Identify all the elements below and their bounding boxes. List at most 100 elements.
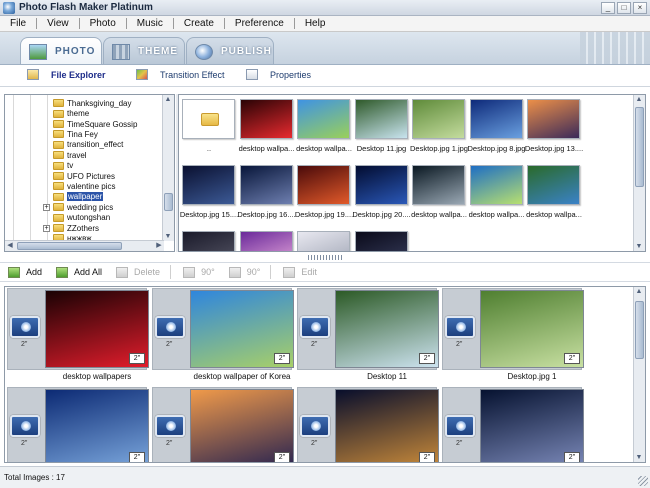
tab-publish[interactable]: PUBLISH xyxy=(186,37,274,64)
storyboard-photo[interactable]: 2" xyxy=(45,290,149,368)
scroll-up-icon[interactable]: ▲ xyxy=(163,95,173,104)
thumbnail-grid[interactable]: .. desktop wallpa... desktop wallpa... Desk… xyxy=(178,94,646,252)
photo-duration-badge[interactable]: 2" xyxy=(129,353,145,364)
storyboard-scroll-thumb[interactable] xyxy=(635,301,644,359)
photo-duration-badge[interactable]: 2" xyxy=(274,353,290,364)
expand-icon[interactable]: + xyxy=(43,224,50,232)
tab-properties[interactable]: Properties xyxy=(246,69,311,80)
tree-item[interactable]: wutongshan xyxy=(53,212,110,223)
image-thumbnail[interactable] xyxy=(182,165,235,205)
rotate-right-button[interactable]: 90° xyxy=(228,266,260,278)
photo-duration-badge[interactable]: 2" xyxy=(419,353,435,364)
parent-folder-thumbnail[interactable] xyxy=(182,99,235,139)
image-thumbnail[interactable] xyxy=(297,231,350,251)
scroll-up-icon[interactable]: ▲ xyxy=(634,95,644,104)
menu-photo[interactable]: Photo xyxy=(80,18,127,29)
transition-effect-icon[interactable] xyxy=(155,316,185,338)
storyboard-photo[interactable]: 2" xyxy=(480,389,584,462)
menu-create[interactable]: Create xyxy=(174,18,225,29)
folder-tree[interactable]: Thanksgiving_day theme TimeSquare Gossip Ti… xyxy=(4,94,175,252)
menu-file[interactable]: File xyxy=(0,18,38,29)
resize-grip-icon[interactable] xyxy=(638,476,648,486)
tab-theme[interactable]: THEME xyxy=(103,37,185,64)
storyboard-photo[interactable]: 2" xyxy=(45,389,149,462)
storyboard[interactable]: 2" 2" desktop wallpapers 2" 2" desktop wallpa… xyxy=(4,286,646,463)
scroll-down-icon[interactable]: ▼ xyxy=(163,232,173,241)
tree-hscroll-thumb[interactable] xyxy=(17,242,122,250)
tree-horizontal-scrollbar[interactable]: ◀ ▶ xyxy=(5,240,164,251)
tree-item[interactable]: + wedding pics xyxy=(43,202,113,213)
tree-item[interactable]: Thanksgiving_day xyxy=(53,98,131,109)
transition-effect-icon[interactable] xyxy=(300,415,330,437)
storyboard-photo[interactable]: 2" xyxy=(190,290,294,368)
tree-vertical-scrollbar[interactable]: ▲ ▼ xyxy=(162,95,174,241)
image-thumbnail[interactable] xyxy=(239,99,293,139)
scroll-down-icon[interactable]: ▼ xyxy=(634,242,644,251)
photo-duration-badge[interactable]: 2" xyxy=(564,353,580,364)
maximize-button[interactable]: □ xyxy=(617,1,631,14)
tree-item[interactable]: transition_effect xyxy=(53,140,123,151)
image-thumbnail[interactable] xyxy=(412,165,465,205)
storyboard-photo[interactable]: 2" xyxy=(335,290,439,368)
storyboard-vertical-scrollbar[interactable]: ▲ ▼ xyxy=(633,287,645,462)
edit-button[interactable]: Edit xyxy=(283,266,317,278)
image-thumbnail[interactable] xyxy=(469,165,523,205)
menu-music[interactable]: Music xyxy=(127,18,174,29)
photo-duration-badge[interactable]: 2" xyxy=(564,452,580,462)
tree-item[interactable]: tv xyxy=(53,160,73,171)
tab-photo[interactable]: PHOTO xyxy=(20,37,102,64)
menu-help[interactable]: Help xyxy=(295,18,336,29)
tree-item[interactable]: UFO Pictures xyxy=(53,171,115,182)
tree-scroll-thumb[interactable] xyxy=(164,193,173,211)
image-thumbnail[interactable] xyxy=(469,99,523,139)
tree-item[interactable]: valentine pics xyxy=(53,181,115,192)
image-thumbnail[interactable] xyxy=(412,99,465,139)
thumbs-vertical-scrollbar[interactable]: ▲ ▼ xyxy=(633,95,645,251)
photo-duration-badge[interactable]: 2" xyxy=(129,452,145,462)
storyboard-photo[interactable]: 2" xyxy=(190,389,294,462)
image-thumbnail[interactable] xyxy=(239,165,293,205)
storyboard-photo[interactable]: 2" xyxy=(480,290,584,368)
thumbs-scroll-thumb[interactable] xyxy=(635,107,644,187)
tree-item[interactable]: TimeSquare Gossip xyxy=(53,119,137,130)
image-thumbnail[interactable] xyxy=(354,231,408,251)
transition-effect-icon[interactable] xyxy=(300,316,330,338)
menu-preference[interactable]: Preference xyxy=(225,18,295,29)
photo-duration-badge[interactable]: 2" xyxy=(419,452,435,462)
horizontal-splitter-grip[interactable] xyxy=(308,255,344,260)
transition-effect-icon[interactable] xyxy=(10,316,40,338)
close-button[interactable]: × xyxy=(633,1,647,14)
image-thumbnail[interactable] xyxy=(527,99,580,139)
transition-effect-icon[interactable] xyxy=(10,415,40,437)
image-thumbnail[interactable] xyxy=(182,231,235,251)
tab-file-explorer[interactable]: File Explorer xyxy=(27,69,106,80)
image-thumbnail[interactable] xyxy=(354,99,408,139)
tree-item[interactable]: wallpaper xyxy=(53,192,104,203)
menu-view[interactable]: View xyxy=(37,18,80,29)
photo-duration-badge[interactable]: 2" xyxy=(274,452,290,462)
delete-button[interactable]: Delete xyxy=(116,266,160,278)
image-thumbnail[interactable] xyxy=(297,165,350,205)
scroll-up-icon[interactable]: ▲ xyxy=(634,287,644,296)
tab-transition-effect[interactable]: Transition Effect xyxy=(136,69,225,80)
tree-item[interactable]: + ZZothers xyxy=(43,223,99,234)
scroll-down-icon[interactable]: ▼ xyxy=(634,453,644,462)
image-thumbnail[interactable] xyxy=(297,99,350,139)
transition-effect-icon[interactable] xyxy=(155,415,185,437)
scroll-right-icon[interactable]: ▶ xyxy=(154,241,164,250)
tree-item[interactable]: travel xyxy=(53,150,87,161)
image-thumbnail[interactable] xyxy=(527,165,580,205)
minimize-button[interactable]: _ xyxy=(601,1,615,14)
tree-item[interactable]: theme xyxy=(53,108,89,119)
image-thumbnail[interactable] xyxy=(239,231,293,251)
add-all-button[interactable]: Add All xyxy=(56,266,102,278)
rotate-left-button[interactable]: 90° xyxy=(183,266,215,278)
image-thumbnail[interactable] xyxy=(354,165,408,205)
add-button[interactable]: Add xyxy=(8,266,42,278)
transition-effect-icon[interactable] xyxy=(445,316,475,338)
tree-item[interactable]: Tina Fey xyxy=(53,129,98,140)
transition-effect-icon[interactable] xyxy=(445,415,475,437)
expand-icon[interactable]: + xyxy=(43,203,50,211)
scroll-left-icon[interactable]: ◀ xyxy=(5,241,15,250)
storyboard-photo[interactable]: 2" xyxy=(335,389,439,462)
